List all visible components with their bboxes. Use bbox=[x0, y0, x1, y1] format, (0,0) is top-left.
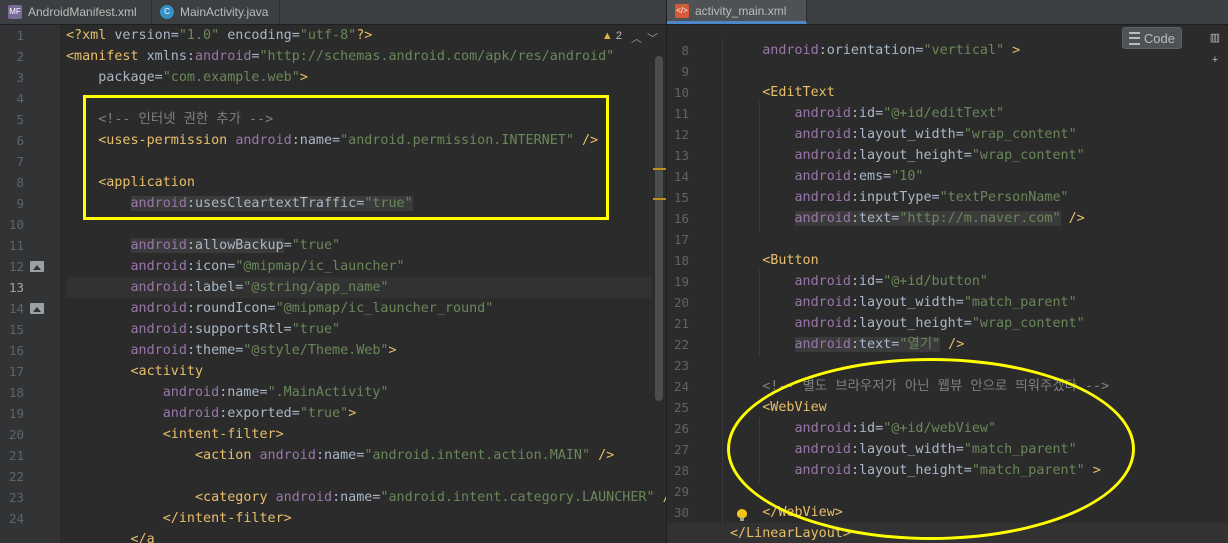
tab-label: activity_main.xml bbox=[695, 3, 787, 18]
line-number: 20 bbox=[673, 295, 689, 310]
line-number: 14 bbox=[8, 301, 24, 316]
code-line-21: android:layout_height="wrap_content" bbox=[794, 316, 1085, 331]
line-number: 19 bbox=[8, 406, 24, 421]
tab-android-manifest[interactable]: MF AndroidManifest.xml bbox=[0, 0, 152, 24]
line-number: 25 bbox=[673, 400, 689, 415]
line-number: 8 bbox=[16, 175, 24, 190]
line-number: 30 bbox=[673, 505, 689, 520]
code-line-19: android:id="@+id/button" bbox=[794, 274, 989, 289]
line-number: 27 bbox=[673, 442, 689, 457]
line-number: 29 bbox=[673, 484, 689, 499]
code-line-3: package="com.example.web"> bbox=[98, 70, 308, 85]
line-number: 9 bbox=[681, 64, 689, 79]
image-icon[interactable] bbox=[30, 303, 44, 314]
line-number: 2 bbox=[16, 49, 24, 64]
manifest-editor-pane: MF AndroidManifest.xml C MainActivity.ja… bbox=[0, 0, 666, 543]
code-line-13: android:label="@string/app_name" bbox=[130, 280, 389, 295]
line-number: 7 bbox=[16, 154, 24, 169]
code-line-15: android:inputType="textPersonName" bbox=[794, 190, 1069, 205]
line-number: 11 bbox=[673, 106, 689, 121]
code-line-12: android:icon="@mipmap/ic_launcher" bbox=[130, 259, 405, 274]
line-number: 10 bbox=[673, 85, 689, 100]
line-number: 19 bbox=[673, 274, 689, 289]
line-number: 24 bbox=[8, 511, 24, 526]
code-line-2: <manifest xmlns:android="http://schemas.… bbox=[66, 49, 615, 64]
tab-activity-main[interactable]: </> activity_main.xml bbox=[667, 0, 807, 24]
code-line-1: <?xml version="1.0" encoding="utf-8"?> bbox=[66, 28, 373, 43]
tab-main-activity[interactable]: C MainActivity.java bbox=[152, 0, 280, 24]
tab-label: MainActivity.java bbox=[180, 5, 269, 19]
code-line-14: android:ems="10" bbox=[794, 169, 924, 184]
code-line-18: android:name=".MainActivity" bbox=[162, 385, 389, 400]
line-number: 12 bbox=[8, 259, 24, 274]
line-number: 4 bbox=[16, 91, 24, 106]
code-line-16: android:theme="@style/Theme.Web"> bbox=[130, 343, 397, 358]
vertical-scrollbar[interactable] bbox=[655, 56, 663, 401]
line-number: 8 bbox=[681, 43, 689, 58]
line-number: 11 bbox=[8, 238, 24, 253]
line-number: 26 bbox=[673, 421, 689, 436]
code-line-22: android:text="열기" /> bbox=[794, 337, 965, 352]
code-line-14: android:roundIcon="@mipmap/ic_launcher_r… bbox=[130, 301, 494, 316]
code-line-12: android:layout_width="wrap_content" bbox=[794, 127, 1077, 142]
line-number: 16 bbox=[673, 211, 689, 226]
xml-layout-file-icon: </> bbox=[675, 3, 689, 18]
line-number: 13 bbox=[8, 280, 24, 295]
code-line-11: android:allowBackup="true" bbox=[130, 238, 341, 253]
code-line-20: android:layout_width="match_parent" bbox=[794, 295, 1077, 310]
code-line-8: android:orientation="vertical" > bbox=[762, 43, 1021, 58]
annotation-rectangle bbox=[83, 95, 609, 220]
line-number: 5 bbox=[16, 112, 24, 127]
line-number: 21 bbox=[8, 448, 24, 463]
line-number: 17 bbox=[8, 364, 24, 379]
line-number: 10 bbox=[8, 217, 24, 232]
line-number: 24 bbox=[673, 379, 689, 394]
tab-label: AndroidManifest.xml bbox=[28, 5, 137, 19]
code-line-10: <EditText bbox=[762, 85, 835, 100]
image-icon[interactable] bbox=[30, 261, 44, 272]
line-number: 18 bbox=[673, 253, 689, 268]
layout-editor-pane: </> activity_main.xml 8 9 10 11 12 13 14 15 16 17… bbox=[667, 0, 1228, 543]
change-marker[interactable] bbox=[653, 198, 666, 200]
line-number: 28 bbox=[673, 463, 689, 478]
code-line-21: <action android:name="android.intent.act… bbox=[195, 448, 615, 463]
line-number: 23 bbox=[673, 358, 689, 373]
line-number: 17 bbox=[673, 232, 689, 247]
right-tab-bar: </> activity_main.xml bbox=[667, 0, 1228, 25]
line-number: 22 bbox=[8, 469, 24, 484]
annotation-ellipse bbox=[727, 358, 1135, 540]
line-number: 12 bbox=[673, 127, 689, 142]
code-line-19: android:exported="true"> bbox=[162, 406, 357, 421]
line-number: 22 bbox=[673, 337, 689, 352]
line-number: 1 bbox=[16, 28, 24, 43]
line-number: 16 bbox=[8, 343, 24, 358]
indent-guide bbox=[722, 38, 723, 543]
line-number: 20 bbox=[8, 427, 24, 442]
code-line-24: </intent-filter> bbox=[162, 511, 292, 526]
line-number: 6 bbox=[16, 133, 24, 148]
change-marker[interactable] bbox=[653, 168, 666, 170]
code-line-25: </a bbox=[130, 532, 155, 543]
manifest-file-icon: MF bbox=[8, 5, 22, 19]
code-line-16: android:text="http://m.naver.com" /> bbox=[794, 211, 1085, 226]
line-number: 15 bbox=[8, 322, 24, 337]
code-line-17: <activity bbox=[130, 364, 204, 379]
code-line-13: android:layout_height="wrap_content" bbox=[794, 148, 1085, 163]
left-tab-bar: MF AndroidManifest.xml C MainActivity.ja… bbox=[0, 0, 666, 25]
code-line-15: android:supportsRtl="true" bbox=[130, 322, 341, 337]
line-number: 21 bbox=[673, 316, 689, 331]
line-number: 23 bbox=[8, 490, 24, 505]
code-line-18: <Button bbox=[762, 253, 819, 268]
line-number: 15 bbox=[673, 190, 689, 205]
java-class-icon: C bbox=[160, 5, 174, 19]
code-line-11: android:id="@+id/editText" bbox=[794, 106, 1005, 121]
code-line-20: <intent-filter> bbox=[162, 427, 284, 442]
line-number: 14 bbox=[673, 169, 689, 184]
line-number: 9 bbox=[16, 196, 24, 211]
line-number: 18 bbox=[8, 385, 24, 400]
line-number: 13 bbox=[673, 148, 689, 163]
code-line-23: <category android:name="android.intent.c… bbox=[195, 490, 666, 505]
line-number: 3 bbox=[16, 70, 24, 85]
